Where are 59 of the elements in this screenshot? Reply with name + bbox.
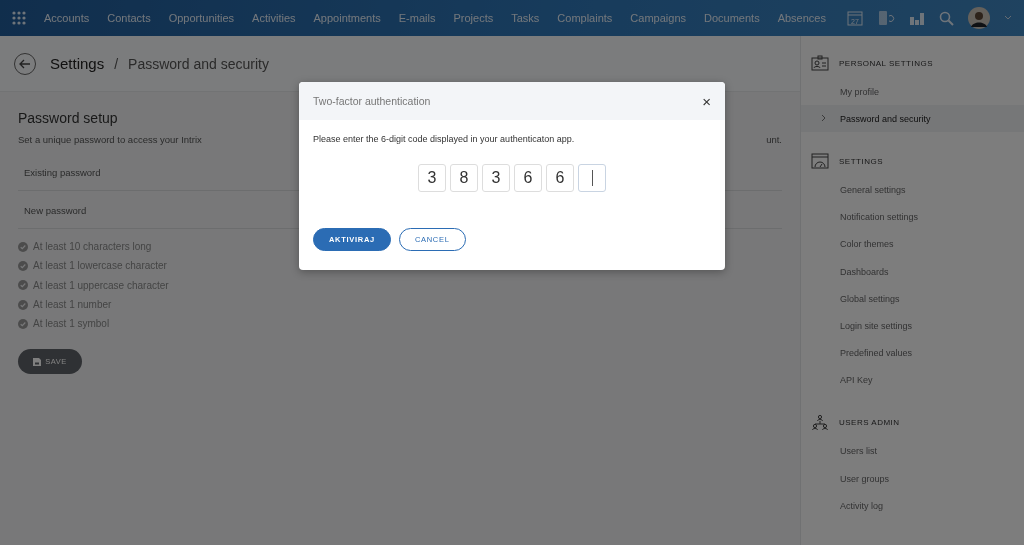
nav-link[interactable]: Projects <box>453 12 494 24</box>
check-circle-icon <box>18 241 28 252</box>
search-icon[interactable] <box>939 10 954 26</box>
id-card-icon <box>811 55 829 71</box>
page-subtitle: Password and security <box>128 55 269 72</box>
check-circle-icon <box>18 280 28 291</box>
sidebar-item[interactable]: Activity log <box>801 492 1024 520</box>
sidebar-item[interactable]: Predefined values <box>801 339 1024 367</box>
browser-gauge-icon <box>811 153 829 170</box>
nav-link[interactable]: Documents <box>704 12 760 24</box>
code-digit-field[interactable]: 6 <box>514 164 542 192</box>
sidebar-item[interactable]: Users list <box>801 437 1024 466</box>
breadcrumb-separator: / <box>114 55 119 72</box>
nav-link[interactable]: Complaints <box>557 12 613 24</box>
arrow-left-icon <box>19 58 31 69</box>
nav-link[interactable]: Activities <box>252 12 296 24</box>
code-digit-field[interactable]: 8 <box>450 164 478 192</box>
dialog-message: Please enter the 6-digit code displayed in your authenticaton app. <box>313 134 576 144</box>
sidebar-item[interactable]: Notification settings <box>801 203 1024 231</box>
sidebar-item[interactable]: Color themes <box>801 230 1024 258</box>
phone-sync-icon[interactable] <box>877 10 895 26</box>
sidebar-section-title: USERS ADMIN <box>839 418 900 428</box>
dialog-title: Two-factor authentication <box>313 95 431 107</box>
section-description: Set a unique password to access your Intrix <box>18 134 202 145</box>
close-button[interactable]: × <box>702 92 711 110</box>
check-circle-icon <box>18 260 28 271</box>
section-description-end: unt. <box>766 134 782 145</box>
code-digit-field[interactable]: 3 <box>482 164 510 192</box>
sidebar-section-title: PERSONAL SETTINGS <box>839 58 933 68</box>
sidebar-item[interactable]: General settings <box>801 176 1024 204</box>
apps-menu-icon[interactable] <box>12 11 26 25</box>
sidebar-section-title: SETTINGS <box>839 156 883 166</box>
nav-link[interactable]: Accounts <box>44 12 90 24</box>
sidebar-item[interactable]: My profile <box>801 78 1024 106</box>
section-title: Password setup <box>18 110 119 126</box>
org-chart-icon <box>811 413 829 432</box>
avatar[interactable] <box>968 7 990 29</box>
nav-link[interactable]: Absences <box>777 12 826 24</box>
page-title: Settings <box>50 55 105 72</box>
code-digit-field[interactable] <box>578 164 606 192</box>
bar-chart-icon[interactable] <box>909 10 925 26</box>
chevron-right-icon <box>821 113 826 122</box>
sidebar-item[interactable]: API Key <box>801 366 1024 394</box>
nav-link[interactable]: Contacts <box>107 12 151 24</box>
nav-link[interactable]: Tasks <box>511 12 540 24</box>
nav-link[interactable]: Campaigns <box>630 12 686 24</box>
check-circle-icon <box>18 318 28 329</box>
chevron-down-icon[interactable] <box>1004 15 1012 21</box>
code-digit-field[interactable]: 6 <box>546 164 574 192</box>
code-digit-field[interactable]: 3 <box>418 164 446 192</box>
sidebar-item[interactable]: User groups <box>801 465 1024 493</box>
nav-link[interactable]: Opportunities <box>168 12 235 24</box>
nav-link[interactable]: Appointments <box>313 12 381 24</box>
sidebar-item[interactable]: Login site settings <box>801 312 1024 340</box>
sidebar-item[interactable]: Dashboards <box>801 257 1024 286</box>
check-circle-icon <box>18 299 28 310</box>
sidebar-item[interactable]: Password and security <box>801 105 1024 133</box>
sidebar-item[interactable]: Global settings <box>801 285 1024 313</box>
nav-link[interactable]: E-mails <box>398 12 436 24</box>
